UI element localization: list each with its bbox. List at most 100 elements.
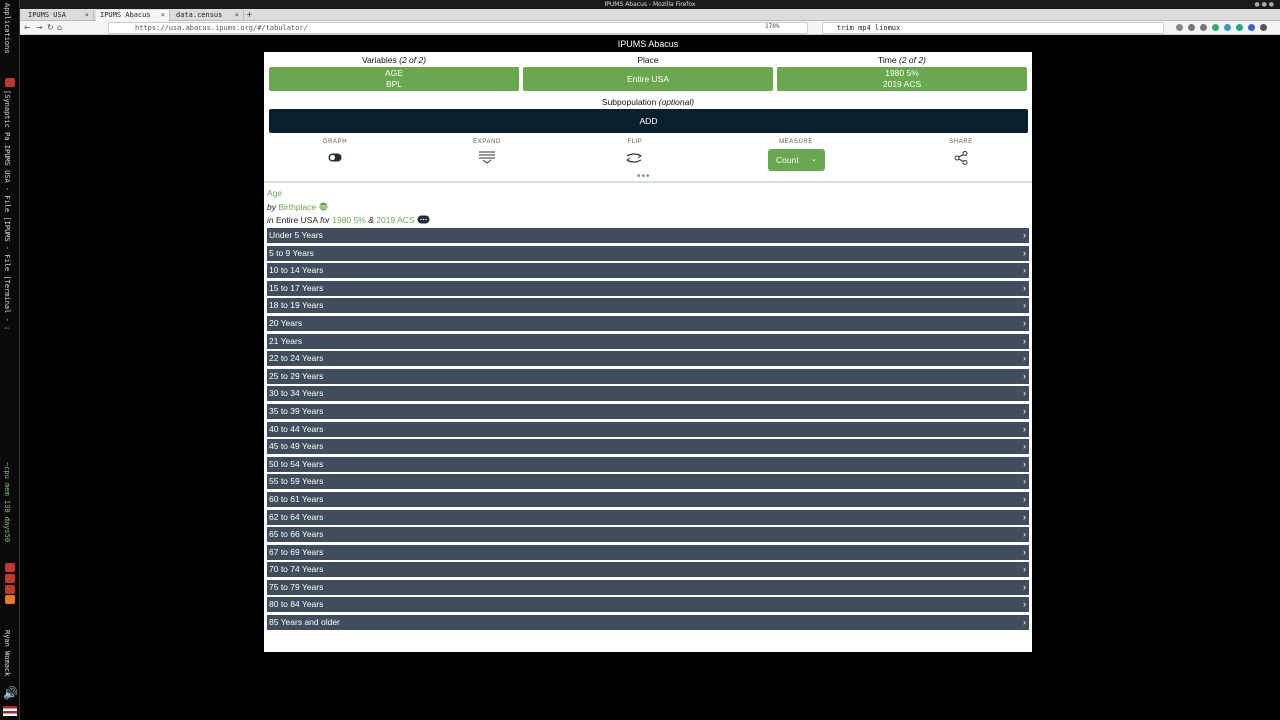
menu-icon[interactable] xyxy=(1260,24,1267,31)
description-time-1[interactable]: 1980 5% xyxy=(332,215,366,225)
expand-icon[interactable] xyxy=(479,151,495,164)
table-row[interactable]: 20 Years › xyxy=(267,315,1029,331)
chevron-right-icon: › xyxy=(1023,317,1026,328)
variables-label-text: Variables xyxy=(361,55,397,65)
table-row[interactable]: 45 to 49 Years › xyxy=(267,439,1029,455)
table-row[interactable]: 65 to 66 Years › xyxy=(267,527,1029,543)
new-tab-button[interactable]: + xyxy=(246,10,253,20)
table-row[interactable]: 5 to 9 Years › xyxy=(267,245,1029,261)
place-value: Entire USA xyxy=(626,73,670,84)
row-label: 18 to 19 Years xyxy=(269,300,324,311)
zoom-level[interactable]: 170% xyxy=(765,23,779,30)
table-row[interactable]: 70 to 74 Years › xyxy=(267,562,1029,578)
table-row[interactable]: 15 to 17 Years › xyxy=(267,280,1029,296)
table-row[interactable]: 10 to 14 Years › xyxy=(267,263,1029,279)
chevron-right-icon: › xyxy=(1023,388,1026,399)
tab-label: IPUMS USA xyxy=(28,11,66,19)
tab-ipums-usa[interactable]: IPUMS USA × xyxy=(24,10,94,21)
table-row[interactable]: 60 to 61 Years › xyxy=(267,491,1029,507)
window-controls[interactable]: ● ● ● xyxy=(1254,0,1274,9)
table-row[interactable]: 21 Years › xyxy=(267,333,1029,349)
comment-icon[interactable] xyxy=(417,215,430,224)
extension-icon-4[interactable] xyxy=(1224,24,1231,31)
tab-strip: IPUMS USA × IPUMS Abacus × data.census × + xyxy=(20,9,1280,21)
chevron-right-icon: › xyxy=(1023,353,1026,364)
back-icon[interactable]: ← xyxy=(24,22,31,34)
chevron-right-icon: › xyxy=(1023,265,1026,276)
close-icon[interactable]: × xyxy=(85,10,89,21)
description-amp: & xyxy=(368,215,374,225)
search-bar[interactable]: trim mp4 linmux xyxy=(822,22,1164,34)
description-variable[interactable]: Age xyxy=(267,188,282,198)
flip-label: FLIP xyxy=(627,139,643,145)
window-title: IPUMS Abacus - Mozilla Firefox xyxy=(604,1,696,8)
row-label: 30 to 34 Years xyxy=(269,388,324,399)
table-row[interactable]: 30 to 34 Years › xyxy=(267,386,1029,402)
workspace-icon[interactable] xyxy=(5,78,15,87)
app-launcher-icon-2[interactable] xyxy=(5,574,15,583)
extension-icon-2[interactable] xyxy=(1200,24,1207,31)
category-rows: Under 5 Years › 5 to 9 Years › 10 to 14 Year… xyxy=(267,228,1029,633)
close-icon[interactable]: × xyxy=(161,10,165,21)
app-launcher-icon[interactable] xyxy=(5,563,15,572)
volume-icon[interactable]: 🔊 xyxy=(3,687,18,699)
close-icon[interactable]: × xyxy=(235,10,239,21)
row-label: 20 Years xyxy=(269,317,303,328)
app-launcher-icon-3[interactable] xyxy=(5,585,15,594)
url-bar[interactable]: https://usa.abacus.ipums.org/#/tabulator… xyxy=(108,22,808,34)
extension-icon-3[interactable] xyxy=(1212,24,1219,31)
table-row[interactable]: 62 to 64 Years › xyxy=(267,509,1029,525)
tab-ipums-abacus[interactable]: IPUMS Abacus × xyxy=(96,10,170,21)
app-header-title: IPUMS Abacus xyxy=(617,39,679,49)
table-row[interactable]: Under 5 Years › xyxy=(267,228,1029,243)
description-time-2[interactable]: 2019 ACS xyxy=(376,215,414,225)
expand-label: EXPAND xyxy=(473,139,501,145)
extension-icon-6[interactable] xyxy=(1248,24,1255,31)
extension-icon-5[interactable] xyxy=(1236,24,1243,31)
flag-icon[interactable] xyxy=(3,706,17,716)
graph-label: GRAPH xyxy=(322,139,348,145)
chevron-right-icon: › xyxy=(1023,335,1026,346)
row-label: 40 to 44 Years xyxy=(269,423,324,434)
window-list[interactable]: [Synaptic Pa IPUMS USA - File [IPUMS - F… xyxy=(3,90,11,330)
description-by-variable[interactable]: Birthplace xyxy=(278,202,316,212)
table-row[interactable]: 18 to 19 Years › xyxy=(267,298,1029,314)
table-row[interactable]: 40 to 44 Years › xyxy=(267,421,1029,437)
applications-menu[interactable]: Applications xyxy=(3,3,11,54)
extension-icon[interactable] xyxy=(1188,24,1195,31)
table-row[interactable]: 85 Years and older › xyxy=(267,615,1029,631)
table-row[interactable]: 55 to 59 Years › xyxy=(267,474,1029,490)
table-row[interactable]: 80 to 84 Years › xyxy=(267,597,1029,613)
table-row[interactable]: 50 to 54 Years › xyxy=(267,456,1029,472)
firefox-icon[interactable] xyxy=(5,595,15,604)
table-row[interactable]: 25 to 29 Years › xyxy=(267,368,1029,384)
measure-dropdown[interactable]: Count ⌄ xyxy=(768,149,825,171)
time-button[interactable]: 1980 5% 2019 ACS xyxy=(777,67,1027,91)
place-button[interactable]: Entire USA xyxy=(523,67,773,91)
graph-toggle-icon[interactable] xyxy=(328,153,342,162)
table-row[interactable]: 22 to 24 Years › xyxy=(267,351,1029,367)
share-label: SHARE xyxy=(949,139,973,145)
globe-icon[interactable] xyxy=(319,202,328,211)
variables-button[interactable]: AGE BPL xyxy=(269,67,519,91)
add-subpopulation-button[interactable]: ADD xyxy=(269,109,1028,133)
place-label: Place xyxy=(637,55,659,65)
chevron-right-icon: › xyxy=(1023,581,1026,592)
reload-icon[interactable]: ↻ xyxy=(47,22,54,34)
table-row[interactable]: 67 to 69 Years › xyxy=(267,544,1029,560)
home-icon[interactable]: ⌂ xyxy=(57,22,62,34)
tab-data-census[interactable]: data.census × xyxy=(172,10,244,21)
share-icon[interactable] xyxy=(954,151,968,165)
time-label: Time (2 of 2) xyxy=(777,55,1027,65)
table-row[interactable]: 35 to 39 Years › xyxy=(267,403,1029,419)
chevron-right-icon: › xyxy=(1023,511,1026,522)
table-row[interactable]: 75 to 79 Years › xyxy=(267,579,1029,595)
description-for: for xyxy=(319,215,330,225)
variable-age: AGE xyxy=(385,68,403,78)
forward-icon[interactable]: → xyxy=(36,22,43,34)
downloads-icon[interactable] xyxy=(1176,24,1183,31)
flip-icon[interactable] xyxy=(626,152,642,164)
chevron-right-icon: › xyxy=(1023,564,1026,575)
measure-label: MEASURE xyxy=(779,139,813,145)
row-label: 21 Years xyxy=(269,335,303,346)
